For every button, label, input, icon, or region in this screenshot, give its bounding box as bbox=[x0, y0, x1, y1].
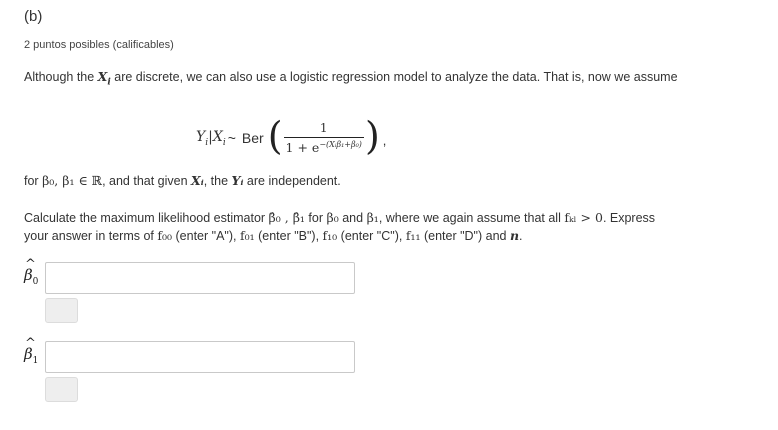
intro-paragraph: Although the Xi are discrete, we can als… bbox=[24, 69, 678, 88]
equation-lhs: Yi|Xi bbox=[196, 128, 226, 148]
param-set: β₀, β₁ ∈ ℝ bbox=[42, 173, 103, 188]
intro-text-after: are discrete, we can also use a logistic… bbox=[110, 70, 678, 84]
sim-symbol: ~ bbox=[227, 130, 236, 146]
f10-symbol: f₁₀ bbox=[322, 228, 338, 243]
beta1-preview-box bbox=[45, 377, 78, 402]
beta1-answer-input[interactable] bbox=[45, 341, 355, 373]
intro-text-before: Although the bbox=[24, 70, 98, 84]
cond-var-y: Yᵢ bbox=[231, 173, 244, 188]
right-paren: ) bbox=[364, 114, 380, 158]
fraction-denominator: 1 + e−(Xᵢβ₁+β₀) bbox=[283, 136, 364, 155]
fkl-condition: fₖₗ > 0 bbox=[564, 210, 603, 225]
beta1-hat-label: ^ β1 bbox=[24, 336, 39, 366]
fraction: 1 1 + e−(Xᵢβ₁+β₀) bbox=[283, 120, 364, 155]
fraction-numerator: 1 bbox=[319, 120, 328, 135]
question-line-1: Calculate the maximum likelihood estimat… bbox=[24, 210, 656, 225]
beta0-symbol: β₀ bbox=[326, 210, 339, 225]
part-label: (b) bbox=[24, 8, 43, 25]
left-paren: ( bbox=[267, 114, 283, 158]
beta0-preview-box bbox=[45, 298, 78, 323]
display-equation: Yi|Xi ~ Ber ( 1 1 + e−(Xᵢβ₁+β₀) ) , bbox=[196, 116, 386, 160]
cond-var-x: Xᵢ bbox=[191, 173, 204, 188]
points-text: 2 puntos posibles (calificables) bbox=[24, 39, 174, 51]
beta0-hat-label: ^ β0 bbox=[24, 257, 39, 287]
f11-symbol: f₁₁ bbox=[405, 228, 421, 243]
f01-symbol: f₀₁ bbox=[239, 228, 255, 243]
f00-symbol: f₀₀ bbox=[157, 228, 173, 243]
condition-paragraph: for β₀, β₁ ∈ ℝ, and that given Xᵢ, the Y… bbox=[24, 173, 341, 188]
beta1-symbol: β₁ bbox=[366, 210, 379, 225]
estimator-symbols: β̂₀ , β̂₁ bbox=[268, 210, 305, 225]
question-line-2: your answer in terms of f₀₀ (enter "A"),… bbox=[24, 228, 523, 243]
distribution-name: Ber bbox=[241, 130, 264, 146]
equation-comma: , bbox=[382, 132, 387, 148]
n-symbol: n bbox=[509, 228, 520, 243]
intro-var-x: Xi bbox=[97, 69, 111, 88]
beta0-answer-input[interactable] bbox=[45, 262, 355, 294]
